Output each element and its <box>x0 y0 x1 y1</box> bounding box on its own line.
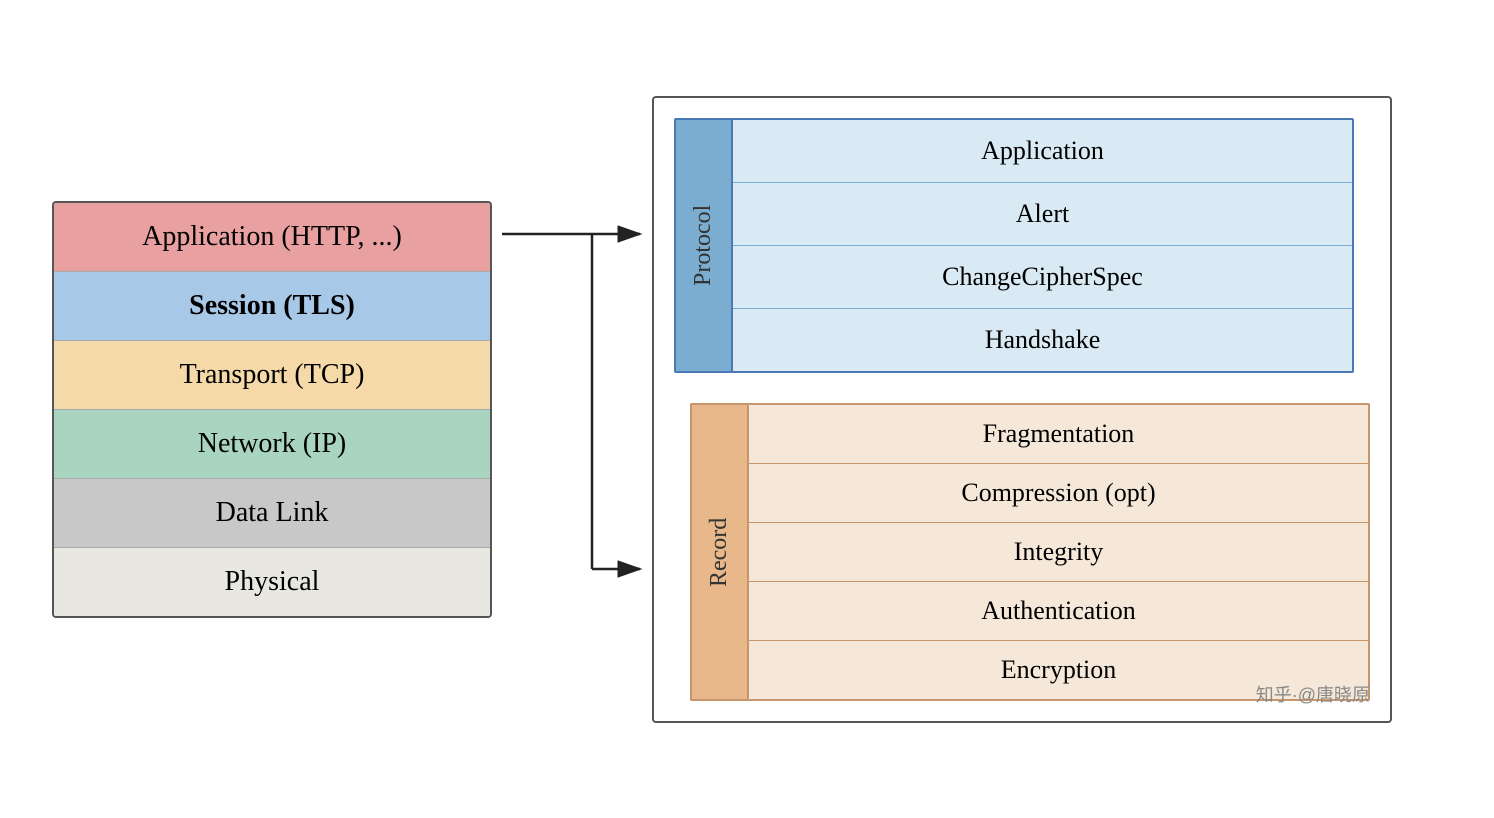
record-box: Record FragmentationCompression (opt)Int… <box>690 403 1370 701</box>
watermark: 知乎·@唐晓原 <box>1256 681 1370 707</box>
right-diagram: Protocol ApplicationAlertChangeCipherSpe… <box>652 96 1392 723</box>
layer-physical: Physical <box>54 548 490 616</box>
record-item-2: Integrity <box>749 523 1368 582</box>
layer-app: Application (HTTP, ...) <box>54 203 490 272</box>
protocol-item-2: ChangeCipherSpec <box>733 246 1352 309</box>
main-container: Application (HTTP, ...)Session (TLS)Tran… <box>17 19 1477 799</box>
record-item-1: Compression (opt) <box>749 464 1368 523</box>
protocol-item-3: Handshake <box>733 309 1352 371</box>
layer-network: Network (IP) <box>54 410 490 479</box>
layer-session: Session (TLS) <box>54 272 490 341</box>
protocol-item-0: Application <box>733 120 1352 183</box>
right-section: Protocol ApplicationAlertChangeCipherSpe… <box>492 59 1442 759</box>
layer-transport: Transport (TCP) <box>54 341 490 410</box>
protocol-item-1: Alert <box>733 183 1352 246</box>
protocol-box: Protocol ApplicationAlertChangeCipherSpe… <box>674 118 1354 373</box>
protocol-items: ApplicationAlertChangeCipherSpecHandshak… <box>731 120 1352 371</box>
protocol-label: Protocol <box>676 120 731 371</box>
layer-datalink: Data Link <box>54 479 490 548</box>
record-item-0: Fragmentation <box>749 405 1368 464</box>
record-label: Record <box>692 405 747 699</box>
left-network-stack: Application (HTTP, ...)Session (TLS)Tran… <box>52 201 492 618</box>
record-items: FragmentationCompression (opt)IntegrityA… <box>747 405 1368 699</box>
record-item-3: Authentication <box>749 582 1368 641</box>
